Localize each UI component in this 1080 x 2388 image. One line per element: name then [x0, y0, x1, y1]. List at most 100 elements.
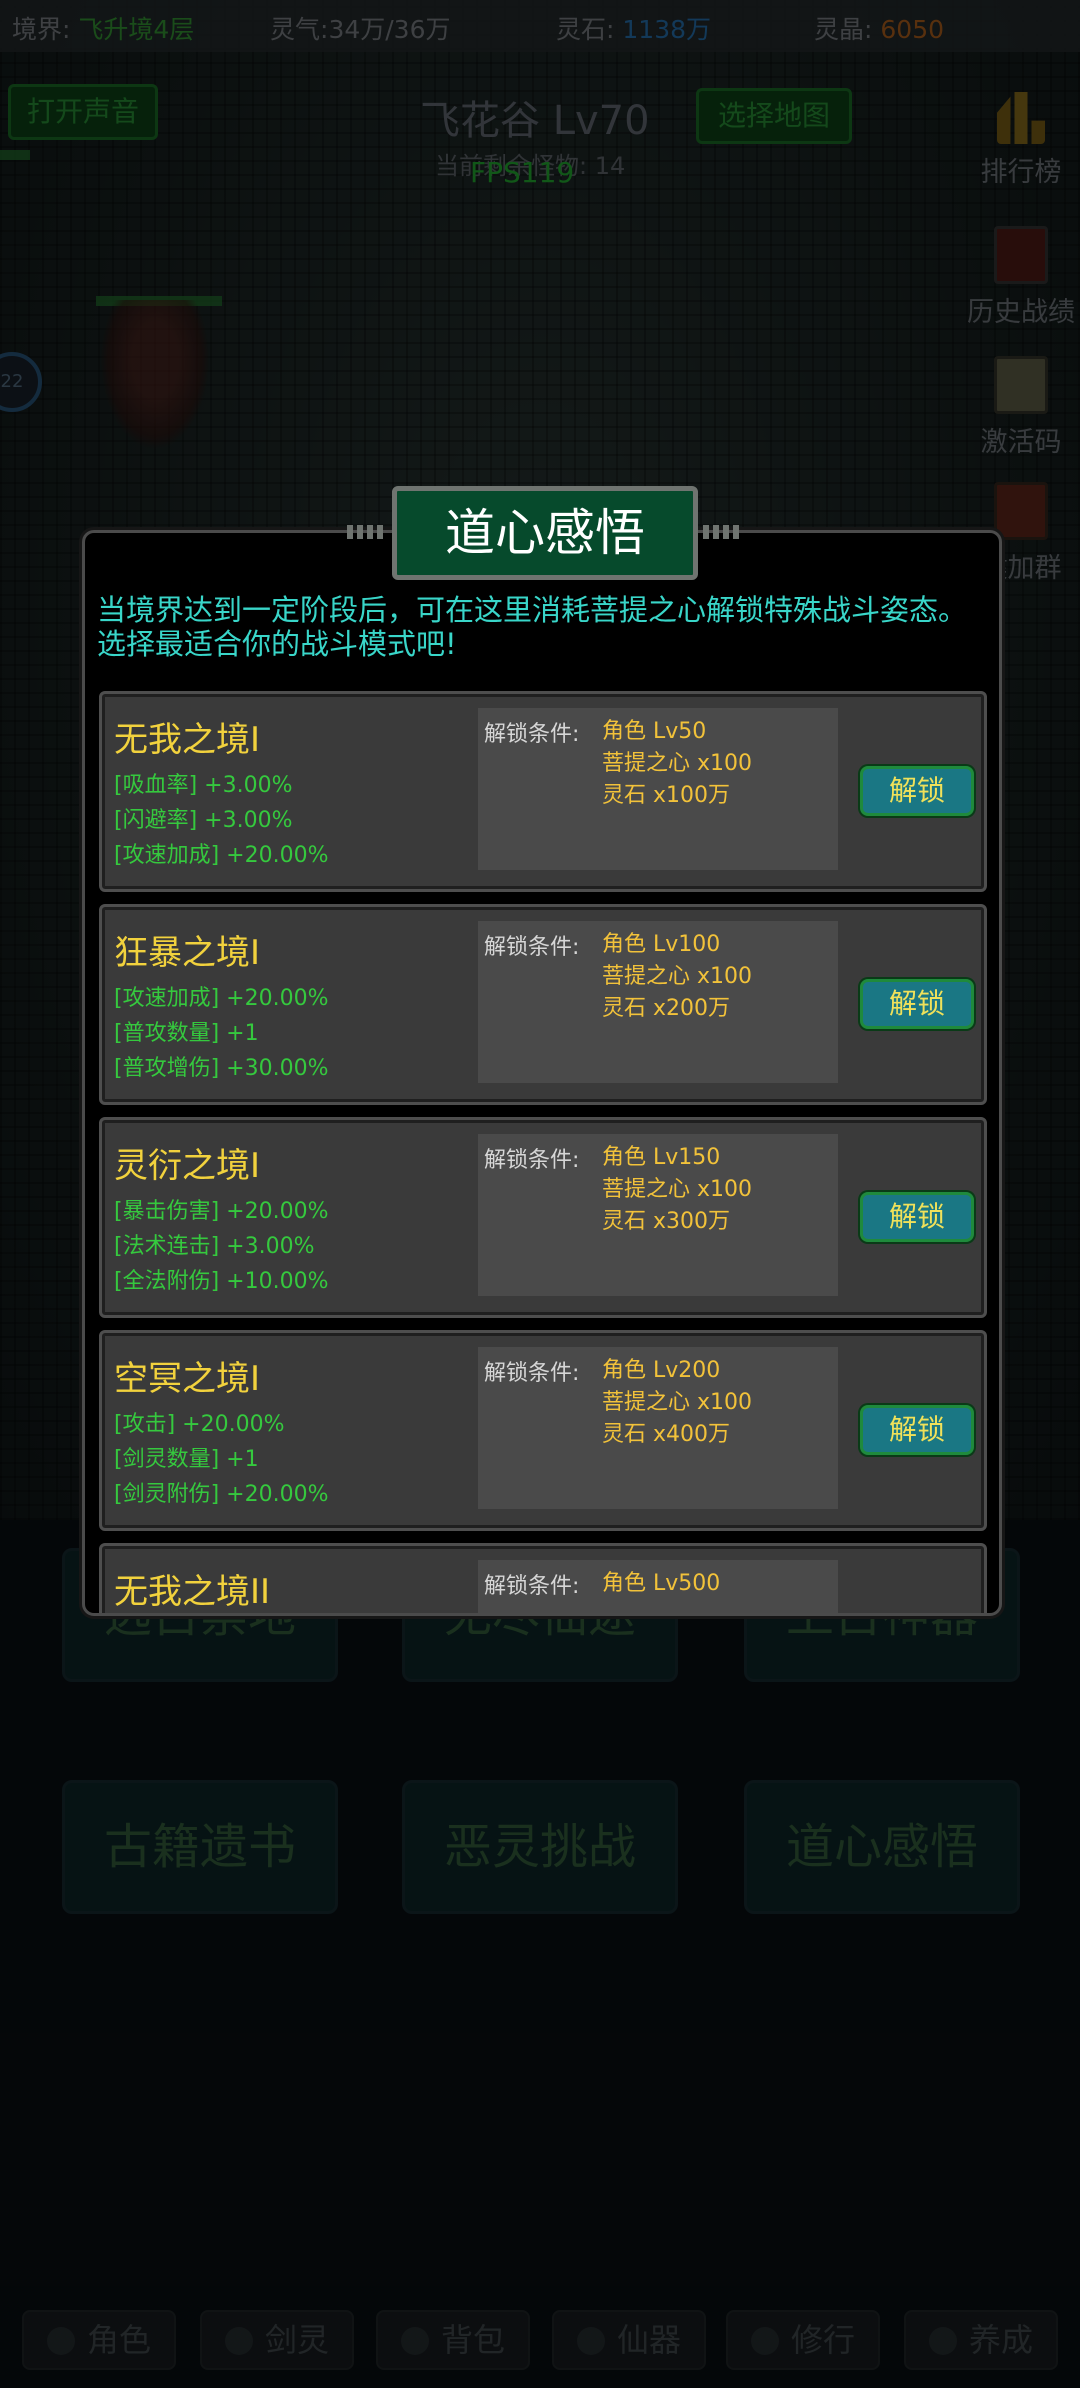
stance-name: 空冥之境I	[114, 1359, 261, 1399]
condition-label: 解锁条件:	[484, 935, 580, 960]
tab-immortal-gear-label: 仙器	[616, 2321, 681, 2359]
stance-name: 狂暴之境I	[114, 933, 261, 973]
condition-item: 角色 Lv150	[602, 1145, 721, 1170]
dao-heart-button[interactable]: 道心感悟	[744, 1780, 1020, 1914]
condition-item: 灵石 x300万	[602, 1209, 731, 1234]
attr-line: [普攻数量] +1	[114, 1021, 259, 1046]
cauldron-icon	[928, 2327, 957, 2355]
unlock-conditions: 解锁条件: 角色 Lv100 菩提之心 x100 灵石 x200万	[478, 921, 838, 1083]
tab-sword-spirit[interactable]: 剑灵	[200, 2310, 354, 2370]
condition-item: 菩提之心 x100	[602, 1390, 753, 1415]
map-title: 飞花谷 Lv70	[420, 98, 650, 144]
leaderboard-label: 排行榜	[980, 157, 1062, 188]
condition-item: 菩提之心 x100	[602, 1177, 753, 1202]
unlock-button[interactable]: 解锁	[860, 1192, 974, 1242]
bar-chart-icon	[997, 92, 1045, 144]
activation-code-button[interactable]: 激活码	[966, 356, 1076, 459]
activation-code-label: 激活码	[980, 427, 1062, 458]
tab-character-label: 角色	[86, 2321, 151, 2359]
unlock-button[interactable]: 解锁	[860, 766, 974, 816]
unlock-conditions: 解锁条件: 角色 Lv200 菩提之心 x100 灵石 x400万	[478, 1347, 838, 1509]
unlock-button[interactable]: 解锁	[860, 1405, 974, 1455]
spirit-stone-stat: 灵石: 1138万	[556, 15, 712, 44]
stance-card: 狂暴之境I [攻速加成] +20.00% [普攻数量] +1 [普攻增伤] +3…	[99, 904, 987, 1105]
condition-label: 解锁条件:	[484, 1574, 580, 1599]
history-button[interactable]: 历史战绩	[966, 226, 1076, 329]
condition-list: 角色 Lv50 菩提之心 x100 灵石 x100万	[602, 716, 752, 812]
monster-sprite	[100, 300, 210, 450]
attr-line: [吸血率] +3.00%	[114, 773, 293, 798]
spirit-crystal-stat: 灵晶: 6050	[814, 15, 945, 44]
attr-line: [暴击伤害] +20.00%	[114, 1199, 329, 1224]
sound-button[interactable]: 打开声音	[8, 84, 158, 140]
condition-list: 角色 Lv500	[602, 1568, 720, 1600]
condition-item: 角色 Lv200	[602, 1358, 721, 1383]
attr-line: [全法附伤] +10.00%	[114, 1269, 329, 1294]
bag-icon	[400, 2327, 429, 2355]
condition-label: 解锁条件:	[484, 1148, 580, 1173]
condition-item: 灵石 x200万	[602, 996, 731, 1021]
attr-line: [闪避率] +3.00%	[114, 808, 293, 833]
stance-attributes: [攻速加成] +20.00% [普攻数量] +1 [普攻增伤] +30.00%	[114, 981, 328, 1086]
book-icon	[994, 356, 1048, 414]
condition-item: 菩提之心 x100	[602, 751, 753, 776]
group-icon	[994, 482, 1048, 540]
attr-line: [攻击] +20.00%	[114, 1412, 285, 1437]
history-label: 历史战绩	[967, 297, 1075, 328]
tab-immortal-gear[interactable]: 仙器	[552, 2310, 706, 2370]
select-map-button[interactable]: 选择地图	[696, 88, 852, 144]
condition-item: 角色 Lv500	[602, 1571, 721, 1596]
realm-stat: 境界: 飞升境4层	[12, 15, 195, 44]
tab-backpack[interactable]: 背包	[376, 2310, 530, 2370]
character-icon	[46, 2327, 75, 2355]
player-hp-bar	[0, 150, 30, 160]
stance-attributes: [攻击] +20.00% [剑灵数量] +1 [剑灵附伤] +20.00%	[114, 1407, 328, 1512]
tab-nurture-label: 养成	[968, 2321, 1033, 2359]
stance-card: 空冥之境I [攻击] +20.00% [剑灵数量] +1 [剑灵附伤] +20.…	[99, 1330, 987, 1531]
modal-title: 道心感悟	[445, 504, 645, 562]
unlock-conditions: 解锁条件: 角色 Lv500	[478, 1560, 838, 1613]
attr-line: [普攻增伤] +30.00%	[114, 1056, 329, 1081]
tab-character[interactable]: 角色	[22, 2310, 176, 2370]
modal-description: 当境界达到一定阶段后，可在这里消耗菩提之心解锁特殊战斗姿态。选择最适合你的战斗模…	[97, 593, 968, 661]
condition-label: 解锁条件:	[484, 722, 580, 747]
dao-heart-modal: 当境界达到一定阶段后，可在这里消耗菩提之心解锁特殊战斗姿态。选择最适合你的战斗模…	[82, 530, 1002, 1616]
evil-spirit-challenge-button[interactable]: 恶灵挑战	[402, 1780, 678, 1914]
condition-item: 灵石 x100万	[602, 783, 731, 808]
tab-sword-spirit-label: 剑灵	[264, 2321, 329, 2359]
mountain-icon	[750, 2327, 779, 2355]
attr-line: [攻速加成] +20.00%	[114, 986, 329, 1011]
attr-line: [剑灵数量] +1	[114, 1447, 259, 1472]
stance-attributes: [暴击伤害] +20.00% [法术连击] +3.00% [全法附伤] +10.…	[114, 1194, 328, 1299]
stance-card: 无我之境I [吸血率] +3.00% [闪避率] +3.00% [攻速加成] +…	[99, 691, 987, 892]
condition-item: 灵石 x400万	[602, 1422, 731, 1447]
tab-backpack-label: 背包	[440, 2321, 505, 2359]
tab-cultivation[interactable]: 修行	[726, 2310, 880, 2370]
condition-list: 角色 Lv100 菩提之心 x100 灵石 x200万	[602, 929, 752, 1025]
condition-list: 角色 Lv150 菩提之心 x100 灵石 x300万	[602, 1142, 752, 1238]
stance-name: 无我之境II	[114, 1572, 271, 1612]
stance-attributes: [吸血率] +3.00% [闪避率] +3.00% [攻速加成] +20.00%	[114, 768, 328, 873]
attr-line: [法术连击] +3.00%	[114, 1234, 315, 1259]
unlock-conditions: 解锁条件: 角色 Lv50 菩提之心 x100 灵石 x100万	[478, 708, 838, 870]
qi-stat: 灵气:34万/36万	[270, 15, 451, 44]
condition-item: 角色 Lv50	[602, 719, 707, 744]
condition-label: 解锁条件:	[484, 1361, 580, 1386]
gear-icon	[576, 2327, 605, 2355]
attr-line: [攻速加成] +20.00%	[114, 843, 329, 868]
condition-item: 菩提之心 x100	[602, 964, 753, 989]
scroll-icon	[994, 226, 1048, 284]
condition-item: 角色 Lv100	[602, 932, 721, 957]
unlock-conditions: 解锁条件: 角色 Lv150 菩提之心 x100 灵石 x300万	[478, 1134, 838, 1296]
stance-card: 无我之境II 解锁条件: 角色 Lv500	[99, 1543, 987, 1613]
ancient-books-button[interactable]: 古籍遗书	[62, 1780, 338, 1914]
leaderboard-button[interactable]: 排行榜	[966, 92, 1076, 189]
tab-nurture[interactable]: 养成	[904, 2310, 1058, 2370]
unlock-button[interactable]: 解锁	[860, 979, 974, 1029]
sword-icon	[224, 2327, 253, 2355]
modal-title-plate: 道心感悟	[347, 486, 743, 580]
stance-name: 无我之境I	[114, 720, 261, 760]
stance-name: 灵衍之境I	[114, 1146, 261, 1186]
stance-card: 灵衍之境I [暴击伤害] +20.00% [法术连击] +3.00% [全法附伤…	[99, 1117, 987, 1318]
attr-line: [剑灵附伤] +20.00%	[114, 1482, 329, 1507]
